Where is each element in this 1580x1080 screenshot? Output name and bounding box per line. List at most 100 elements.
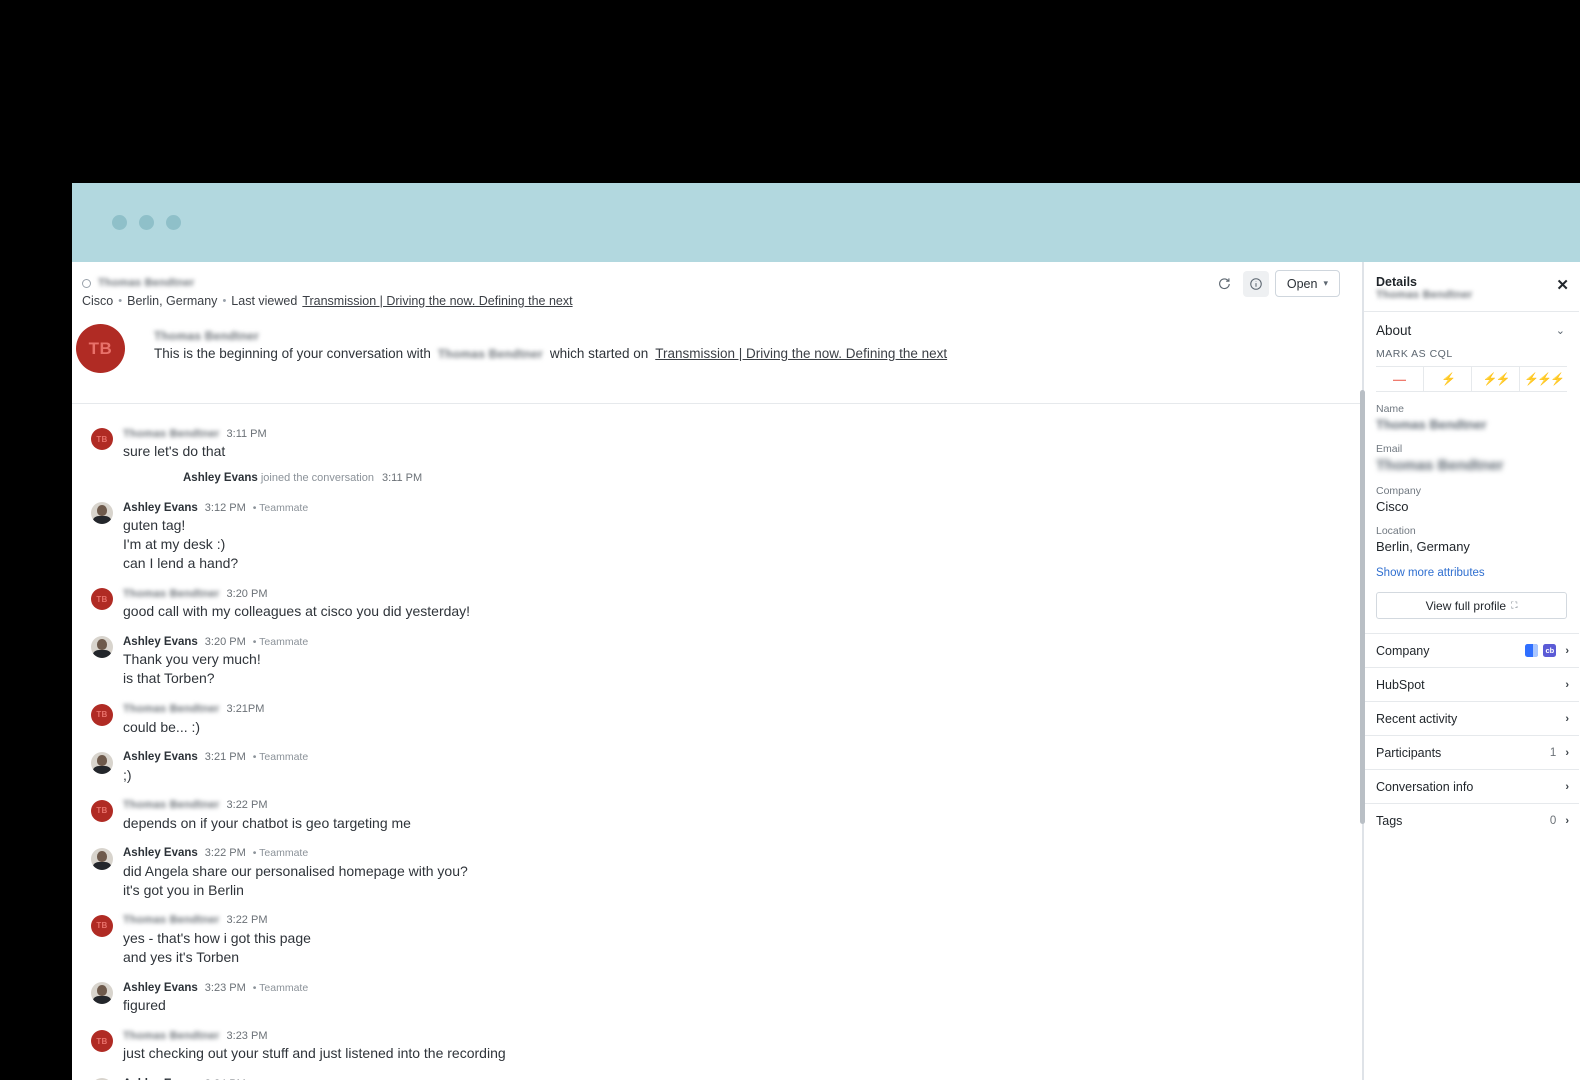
refresh-icon[interactable]	[1211, 271, 1237, 297]
message-author: Ashley Evans	[123, 501, 198, 514]
intro-text-middle: which started on	[549, 346, 649, 361]
avatar-wrap: TB	[82, 798, 122, 822]
message-meta: Thomas Bendtner 3:20 PM	[123, 586, 1362, 601]
message-body: Ashley Evans 3:20 PM • Teammate Thank you v…	[122, 634, 1362, 687]
view-full-profile-button[interactable]: View full profile ⛶	[1376, 592, 1567, 619]
intro-contact-name: Thomas Bendtner	[437, 346, 543, 361]
chevron-right-icon: ›	[1565, 746, 1569, 759]
message-item: Ashley Evans 3:22 PM • Teammate did Angela …	[72, 846, 1362, 899]
message-line: and yes it's Torben	[123, 949, 240, 966]
message-item: TB Thomas Bendtner 3:22 PM depends on if yo…	[72, 798, 1362, 832]
message-author: Ashley Evans	[123, 635, 198, 648]
close-icon[interactable]: ✕	[1556, 278, 1569, 293]
avatar: TB	[91, 914, 113, 937]
message-line: just checking out your stuff and just li…	[123, 1045, 506, 1062]
chevron-right-icon: ›	[1565, 814, 1569, 827]
intro-text-before: This is the beginning of your conversati…	[154, 346, 431, 361]
message-meta: Thomas Bendtner 3:11 PM	[123, 426, 1362, 441]
external-link-icon: ⛶	[1511, 600, 1518, 610]
message-time: 3:22 PM	[226, 799, 268, 812]
chevron-right-icon: ›	[1565, 678, 1569, 691]
message-line: yes - that's how i got this page	[123, 929, 311, 946]
cb-app-icon: cb	[1543, 644, 1557, 657]
message-list: TB Thomas Bendtner 3:11 PM sure let's do th…	[72, 404, 1362, 1080]
intro-author: Thomas Bendtner	[154, 329, 260, 343]
message-body: Thomas Bendtner 3:21PM could be... :)	[122, 702, 1362, 736]
cql-option-one-bolt[interactable]: ⚡	[1424, 367, 1472, 391]
avatar: TB	[91, 588, 113, 611]
message-body: Thomas Bendtner 3:11 PM sure let's do that	[122, 426, 1362, 460]
message-meta: Thomas Bendtner 3:23 PM	[123, 1028, 1362, 1043]
message-item: TB Thomas Bendtner 3:23 PM just checking ou…	[72, 1028, 1362, 1062]
sidebar-section-tags[interactable]: Tags 0 ›	[1364, 803, 1579, 837]
message-time: 3:20 PM	[226, 587, 268, 600]
intro-sentence: This is the beginning of your conversati…	[154, 346, 947, 361]
chevron-down-icon: ▾	[1323, 278, 1328, 288]
window-titlebar	[72, 183, 1580, 262]
last-viewed-page-link[interactable]: Transmission | Driving the now. Defining…	[302, 294, 572, 308]
clearbit-app-icon	[1525, 644, 1539, 657]
message-item: Ashley Evans 3:21 PM • Teammate;)	[72, 750, 1362, 784]
view-full-profile-label: View full profile	[1425, 598, 1507, 613]
info-icon[interactable]	[1242, 270, 1269, 297]
window-dot-2[interactable]	[139, 215, 154, 230]
message-author: Thomas Bendtner	[123, 914, 220, 927]
sidebar-section-label: Company	[1376, 643, 1430, 658]
sidebar-section-label: Conversation info	[1376, 779, 1474, 794]
intro-page-link[interactable]: Transmission | Driving the now. Defining…	[655, 346, 947, 361]
chevron-right-icon: ›	[1565, 780, 1569, 793]
message-line: good call with my colleagues at cisco yo…	[123, 603, 471, 620]
about-label: About	[1376, 323, 1412, 338]
cql-option-two-bolt[interactable]: ⚡⚡	[1472, 367, 1520, 391]
message-time: 3:22 PM	[204, 847, 246, 860]
avatar	[91, 636, 113, 659]
sidebar-section-participants[interactable]: Participants 1 ›	[1364, 735, 1579, 769]
sidebar-section-conversation-info[interactable]: Conversation info ›	[1364, 769, 1579, 803]
message-meta: Thomas Bendtner 3:22 PM	[123, 798, 1362, 813]
message-meta: Ashley Evans 3:22 PM • Teammate	[123, 846, 1362, 861]
sidebar-section-label: Recent activity	[1376, 711, 1458, 726]
sidebar-section-hubspot[interactable]: HubSpot ›	[1364, 667, 1579, 701]
show-more-attributes-link[interactable]: Show more attributes	[1364, 567, 1579, 579]
sidebar-section-recent-activity[interactable]: Recent activity ›	[1364, 701, 1579, 735]
avatar: TB	[76, 324, 125, 373]
message-item: TB Thomas Bendtner 3:20 PM good call with m…	[72, 586, 1362, 620]
chevron-right-icon: ›	[1565, 644, 1569, 657]
conversation-status-button[interactable]: Open ▾	[1274, 270, 1340, 297]
avatar	[91, 502, 113, 525]
message-author: Thomas Bendtner	[123, 427, 220, 440]
attribute-label: Name	[1376, 403, 1405, 415]
meta-separator-2: •	[222, 295, 227, 307]
message-role: • Teammate	[252, 847, 309, 860]
message-line: sure let's do that	[123, 443, 226, 459]
sidebar-scrollbar[interactable]	[1360, 390, 1365, 824]
avatar-wrap	[82, 500, 122, 525]
message-body: Ashley Evans 3:23 PM • Teammate figured	[122, 980, 1362, 1014]
cql-option-none[interactable]: —	[1376, 367, 1424, 391]
contact-company: Cisco	[82, 294, 114, 308]
conversation-header-actions: Open ▾	[1211, 270, 1340, 297]
message-meta: Thomas Bendtner 3:22 PM	[123, 913, 1362, 928]
sidebar-section-company[interactable]: Company cb ›	[1364, 633, 1579, 667]
attribute-row: Name Thomas Bendtner	[1364, 403, 1579, 432]
message-item: Ashley Evans 3:23 PM • Teammate figured	[72, 980, 1362, 1014]
message-item: Ashley Evans 3:12 PM • Teammate guten tag! I…	[72, 500, 1362, 572]
attribute-row: Email Thomas Bendtner	[1364, 443, 1579, 474]
conversation-header: Thomas Bendtner Cisco • Berlin, Germany …	[72, 262, 1362, 308]
avatar-wrap	[82, 1076, 122, 1080]
message-meta: Ashley Evans 3:20 PM • Teammate	[123, 634, 1362, 649]
about-section-toggle[interactable]: About ⌄	[1364, 312, 1579, 348]
cql-option-three-bolt[interactable]: ⚡⚡⚡	[1520, 367, 1567, 391]
details-subtitle: Thomas Bendtner	[1376, 289, 1473, 301]
attribute-label: Company	[1376, 485, 1421, 497]
message-author: Thomas Bendtner	[123, 703, 220, 716]
conversation-intro: TB Thomas Bendtner This is the beginning…	[72, 306, 1362, 404]
intro-text: Thomas Bendtner This is the beginning of…	[154, 324, 947, 361]
app-window: Thomas Bendtner Cisco • Berlin, Germany …	[72, 183, 1580, 1080]
details-title: Details	[1376, 275, 1417, 289]
window-dot-1[interactable]	[112, 215, 127, 230]
window-dot-3[interactable]	[166, 215, 181, 230]
message-line: ;)	[123, 766, 132, 783]
chevron-right-icon: ›	[1565, 712, 1569, 725]
message-body: Ashley Evans 3:12 PM • Teammate guten tag! I…	[122, 500, 1362, 572]
